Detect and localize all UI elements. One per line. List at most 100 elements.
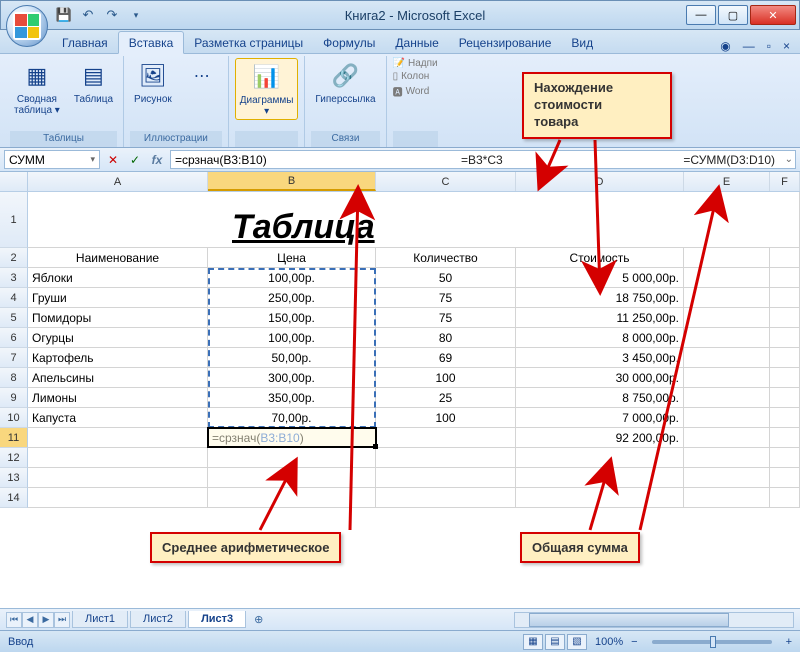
row-header-5[interactable]: 5 xyxy=(0,308,28,328)
row-header-11[interactable]: 11 xyxy=(0,428,28,448)
cell-F10[interactable] xyxy=(770,408,800,428)
undo-icon[interactable]: ↶ xyxy=(79,6,97,24)
row-header-4[interactable]: 4 xyxy=(0,288,28,308)
cell-A8[interactable]: Апельсины xyxy=(28,368,208,388)
cell-D8[interactable]: 30 000,00р. xyxy=(516,368,684,388)
cell-A12[interactable] xyxy=(28,448,208,468)
cell-A10[interactable]: Капуста xyxy=(28,408,208,428)
cell-B5[interactable]: 150,00р. xyxy=(208,308,376,328)
cell-C6[interactable]: 80 xyxy=(376,328,516,348)
formula-expand-icon[interactable]: ⌄ xyxy=(785,154,793,165)
cell-A7[interactable]: Картофель xyxy=(28,348,208,368)
cell-D5[interactable]: 11 250,00р. xyxy=(516,308,684,328)
sheet-first-icon[interactable]: ⏮ xyxy=(6,612,22,628)
cell-A11[interactable] xyxy=(28,428,208,448)
charts-button[interactable]: 📊 Диаграммы▾ xyxy=(235,58,299,120)
row-header-13[interactable]: 13 xyxy=(0,468,28,488)
cell-E4[interactable] xyxy=(684,288,770,308)
tab-review[interactable]: Рецензирование xyxy=(449,32,562,53)
cell-B4[interactable]: 250,00р. xyxy=(208,288,376,308)
row-header-7[interactable]: 7 xyxy=(0,348,28,368)
cell-C9[interactable]: 25 xyxy=(376,388,516,408)
cell-C2[interactable]: Количество xyxy=(376,248,516,268)
cell-B3[interactable]: 100,00р. xyxy=(208,268,376,288)
cell-E6[interactable] xyxy=(684,328,770,348)
cell-E9[interactable] xyxy=(684,388,770,408)
formula-input[interactable]: =срзнач(B3:B10) =B3*C3 =СУММ(D3:D10) ⌄ xyxy=(170,150,796,169)
cell-C3[interactable]: 50 xyxy=(376,268,516,288)
cell-F8[interactable] xyxy=(770,368,800,388)
cell-E10[interactable] xyxy=(684,408,770,428)
doc-close-icon[interactable]: × xyxy=(779,39,794,53)
sheet-tab-2[interactable]: Лист2 xyxy=(130,611,186,628)
sheet-next-icon[interactable]: ▶ xyxy=(38,612,54,628)
cell-D10[interactable]: 7 000,00р. xyxy=(516,408,684,428)
row-header-12[interactable]: 12 xyxy=(0,448,28,468)
textbox-item[interactable]: 📝Надпи xyxy=(393,58,438,69)
cell-A2[interactable]: Наименование xyxy=(28,248,208,268)
cell-D11[interactable]: 92 200,00р. xyxy=(516,428,684,448)
cancel-formula-icon[interactable]: ✕ xyxy=(104,151,122,169)
cell-E7[interactable] xyxy=(684,348,770,368)
hyperlink-button[interactable]: 🔗 Гиперссылка xyxy=(311,58,379,107)
more-illustrations[interactable]: ⋯ xyxy=(182,58,222,96)
tab-pagelayout[interactable]: Разметка страницы xyxy=(184,32,313,53)
close-button[interactable]: ✕ xyxy=(750,5,796,25)
tab-formulas[interactable]: Формулы xyxy=(313,32,385,53)
cell-E8[interactable] xyxy=(684,368,770,388)
cell-B6[interactable]: 100,00р. xyxy=(208,328,376,348)
cell-D14[interactable] xyxy=(516,488,684,508)
zoom-in-icon[interactable]: + xyxy=(786,636,792,648)
row-header-10[interactable]: 10 xyxy=(0,408,28,428)
row-header-14[interactable]: 14 xyxy=(0,488,28,508)
cell-E3[interactable] xyxy=(684,268,770,288)
sheet-tab-3[interactable]: Лист3 xyxy=(188,611,246,628)
office-button[interactable] xyxy=(6,5,48,47)
view-normal-icon[interactable]: ▦ xyxy=(523,634,543,650)
cell-D13[interactable] xyxy=(516,468,684,488)
cell-D4[interactable]: 18 750,00р. xyxy=(516,288,684,308)
redo-icon[interactable]: ↷ xyxy=(103,6,121,24)
cell-E11[interactable] xyxy=(684,428,770,448)
title-cell[interactable]: Таблица xyxy=(28,192,800,248)
row-header-3[interactable]: 3 xyxy=(0,268,28,288)
cell-B10[interactable]: 70,00р. xyxy=(208,408,376,428)
cell-F14[interactable] xyxy=(770,488,800,508)
cell-D6[interactable]: 8 000,00р. xyxy=(516,328,684,348)
tab-home[interactable]: Главная xyxy=(52,32,118,53)
cell-F7[interactable] xyxy=(770,348,800,368)
view-layout-icon[interactable]: ▤ xyxy=(545,634,565,650)
cell-F11[interactable] xyxy=(770,428,800,448)
sheet-last-icon[interactable]: ⏭ xyxy=(54,612,70,628)
cell-B2[interactable]: Цена xyxy=(208,248,376,268)
cell-F5[interactable] xyxy=(770,308,800,328)
row-header-6[interactable]: 6 xyxy=(0,328,28,348)
qat-dropdown-icon[interactable]: ▾ xyxy=(127,6,145,24)
cell-A5[interactable]: Помидоры xyxy=(28,308,208,328)
tab-insert[interactable]: Вставка xyxy=(118,31,185,54)
maximize-button[interactable]: ▢ xyxy=(718,5,748,25)
row-header-9[interactable]: 9 xyxy=(0,388,28,408)
name-box-arrow-icon[interactable]: ▾ xyxy=(90,154,95,165)
new-sheet-icon[interactable]: ⊕ xyxy=(248,613,269,626)
doc-restore-icon[interactable]: ▫ xyxy=(763,39,775,53)
row-header-2[interactable]: 2 xyxy=(0,248,28,268)
table-button[interactable]: ▤ Таблица xyxy=(70,58,117,107)
cell-D12[interactable] xyxy=(516,448,684,468)
cell-F9[interactable] xyxy=(770,388,800,408)
cell-E14[interactable] xyxy=(684,488,770,508)
minimize-button[interactable]: — xyxy=(686,5,716,25)
cell-D2[interactable]: Стоимость xyxy=(516,248,684,268)
cell-E2[interactable] xyxy=(684,248,770,268)
cell-C4[interactable]: 75 xyxy=(376,288,516,308)
cell-C8[interactable]: 100 xyxy=(376,368,516,388)
cell-B9[interactable]: 350,00р. xyxy=(208,388,376,408)
zoom-slider[interactable] xyxy=(652,640,772,644)
cell-A14[interactable] xyxy=(28,488,208,508)
col-header-C[interactable]: C xyxy=(376,172,516,191)
cell-C7[interactable]: 69 xyxy=(376,348,516,368)
cell-E12[interactable] xyxy=(684,448,770,468)
cell-D9[interactable]: 8 750,00р. xyxy=(516,388,684,408)
cell-C14[interactable] xyxy=(376,488,516,508)
cell-A9[interactable]: Лимоны xyxy=(28,388,208,408)
